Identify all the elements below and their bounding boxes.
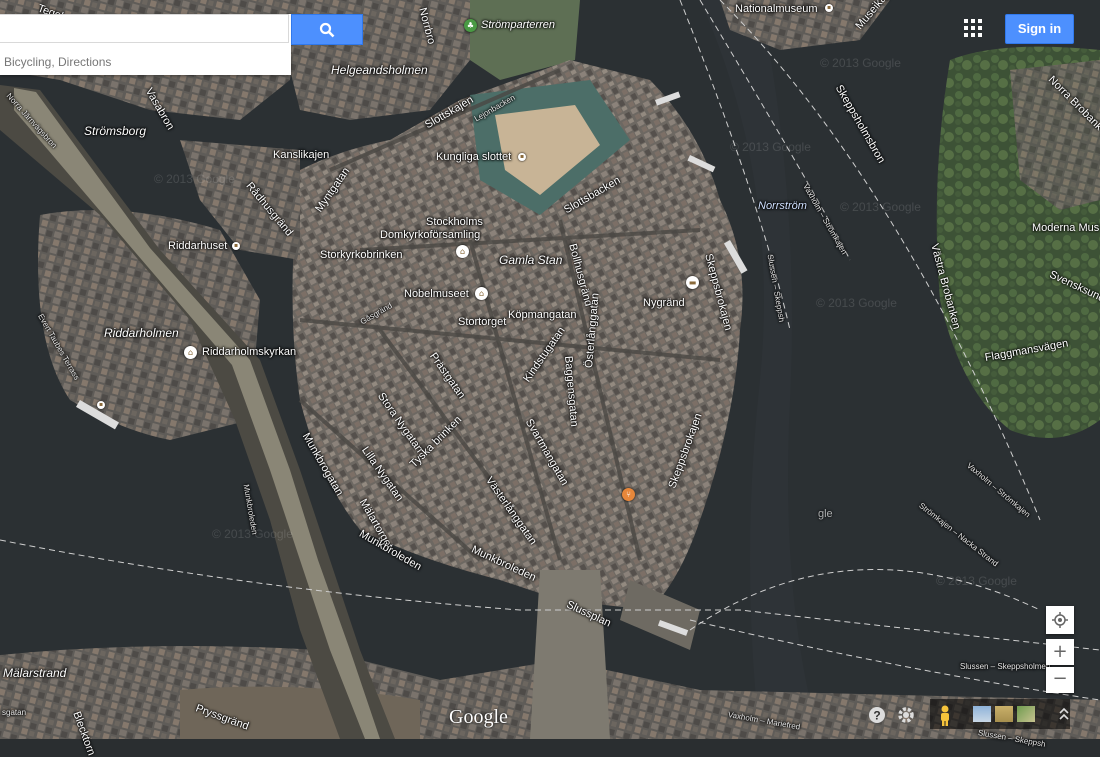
label-gamla-stan: Gamla Stan xyxy=(499,253,563,267)
label-kanslikajen: Kanslikajen xyxy=(273,149,330,161)
museum-icon[interactable]: ⌂ xyxy=(475,287,488,300)
map-thumbnail[interactable] xyxy=(973,706,991,722)
search-input[interactable] xyxy=(0,14,289,43)
label-riddarhuset: Riddarhuset xyxy=(168,240,228,252)
label-stockholms-domkyrka-2: Domkyrkoförsamling xyxy=(380,229,481,241)
search-button[interactable] xyxy=(291,14,363,45)
my-location-icon xyxy=(1052,612,1068,628)
label-nobelmuseet: Nobelmuseet xyxy=(404,288,469,300)
search-panel: Bicycling, Directions xyxy=(0,14,291,75)
satellite-thumbnail[interactable] xyxy=(1017,706,1035,722)
label-ferry-slussen-2: Slussen – Skeppsholmen xyxy=(960,662,1051,671)
google-logo: Google xyxy=(449,706,508,728)
label-moderna-museet: Moderna Mus xyxy=(1032,222,1100,234)
label-sgatan: sgatan xyxy=(2,708,27,717)
gear-icon[interactable] xyxy=(896,705,916,725)
sign-in-button[interactable]: Sign in xyxy=(1005,14,1074,44)
landmark-icon[interactable]: ▪ xyxy=(232,242,240,250)
svg-text:?: ? xyxy=(873,709,880,723)
search-icon xyxy=(319,22,335,37)
restaurant-icon[interactable]: ⑂ xyxy=(622,488,635,501)
label-malarstrand: Mälarstrand xyxy=(3,666,67,680)
church-icon[interactable]: ⌂ xyxy=(456,245,469,258)
label-stromparterren: Strömparterren xyxy=(481,19,555,31)
label-stortorget: Stortorget xyxy=(458,316,507,328)
apps-grid-icon[interactable] xyxy=(964,19,984,39)
watermark: © 2013 Google xyxy=(154,172,235,186)
transit-icon[interactable]: ▪ xyxy=(97,401,105,409)
label-norrstrom: Norrström xyxy=(758,200,807,212)
watermark: © 2013 Google xyxy=(730,140,811,154)
label-kopmangatan: Köpmangatan xyxy=(508,309,577,321)
watermark: © 2013 Google xyxy=(820,56,901,70)
park-icon[interactable]: ♣ xyxy=(464,19,477,32)
chevron-up-icon[interactable] xyxy=(1058,707,1070,721)
satellite-map[interactable]: Tegel Norrbro Strömparterren Nationalmus… xyxy=(0,0,1100,757)
watermark: © 2013 Google xyxy=(816,296,897,310)
church-icon[interactable]: ⌂ xyxy=(184,346,197,359)
label-kungliga-slottet: Kungliga slottet xyxy=(436,151,512,163)
label-storkyrkobrinken: Storkyrkobrinken xyxy=(320,249,403,261)
label-helgeandsholmen: Helgeandsholmen xyxy=(331,63,428,77)
pegman-icon[interactable] xyxy=(935,705,955,726)
directions-hint[interactable]: Bicycling, Directions xyxy=(4,55,111,69)
watermark: © 2013 Google xyxy=(936,574,1017,588)
watermark: © 2013 Google xyxy=(840,200,921,214)
watermark: © 2013 Google xyxy=(212,527,293,541)
museum-icon[interactable]: ▪ xyxy=(825,4,833,12)
label-gle: gle xyxy=(818,508,833,520)
label-stockholms-domkyrka-1: Stockholms xyxy=(426,216,483,228)
hotel-icon[interactable]: ▬ xyxy=(686,276,699,289)
my-location-button[interactable] xyxy=(1046,606,1074,634)
label-nygrand: Nygränd xyxy=(643,297,685,309)
label-riddarholmen: Riddarholmen xyxy=(104,326,179,340)
label-nationalmuseum: Nationalmuseum xyxy=(735,3,818,15)
zoom-out-button[interactable]: − xyxy=(1046,667,1074,693)
label-stromsborg: Strömsborg xyxy=(84,124,147,138)
label-riddarholmskyrkan: Riddarholmskyrkan xyxy=(202,346,297,358)
landmark-icon[interactable]: ▪ xyxy=(518,153,526,161)
help-icon[interactable]: ? xyxy=(867,705,887,725)
zoom-in-button[interactable]: + xyxy=(1046,639,1074,665)
terrain-thumbnail[interactable] xyxy=(995,706,1013,722)
